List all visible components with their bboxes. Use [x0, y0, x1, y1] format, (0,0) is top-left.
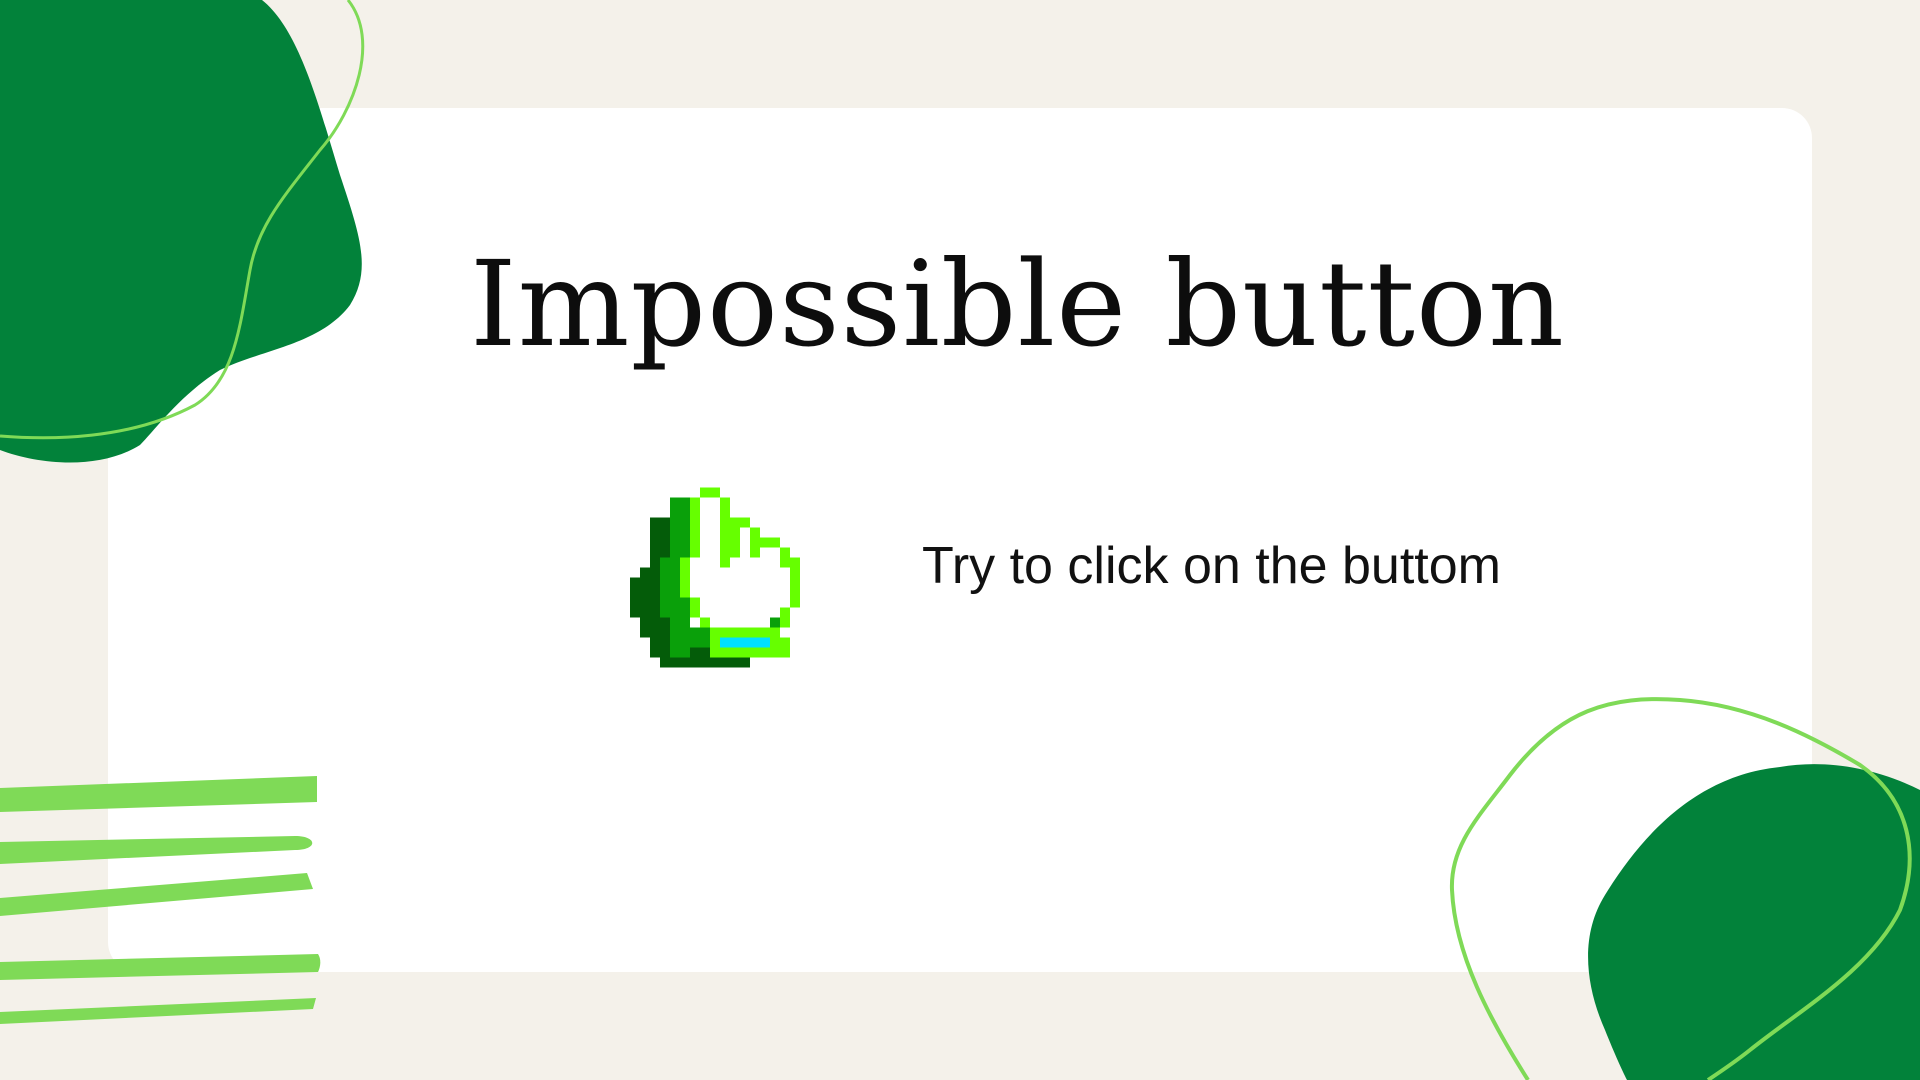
impossible-button[interactable] — [620, 485, 840, 730]
page-title: Impossible button — [470, 235, 1565, 373]
pixel-hand-pointer-icon — [630, 487, 800, 668]
instruction-text: Try to click on the buttom — [922, 537, 1501, 595]
